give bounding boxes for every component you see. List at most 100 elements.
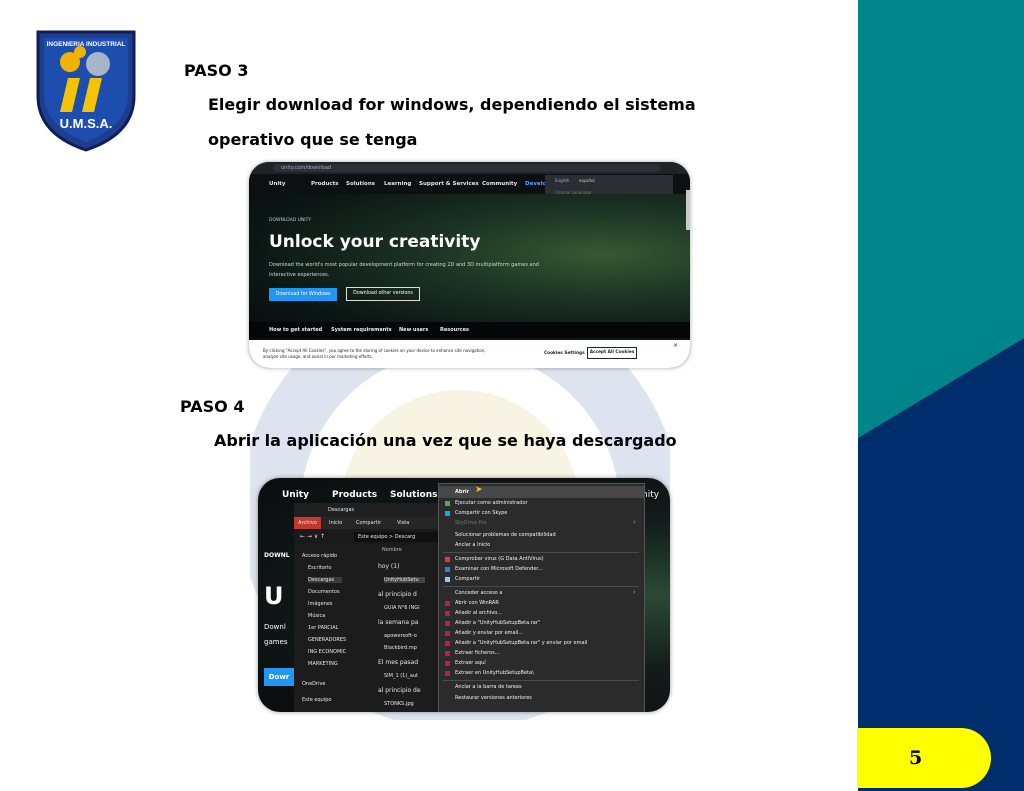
nav-item: Acceso rápido bbox=[302, 553, 338, 559]
menu-item: Compartir bbox=[455, 576, 481, 582]
menu-item: Abrir con WinRAR bbox=[455, 600, 499, 606]
step4-line1: Abrir la aplicación una vez que se haya … bbox=[214, 431, 677, 450]
menu-separator bbox=[443, 586, 639, 587]
file-group: al principio d bbox=[378, 591, 417, 598]
cursor-icon: ➤ bbox=[475, 485, 483, 495]
menu-item: Extraer en UnityHubSetupBeta\ bbox=[455, 670, 534, 676]
nav-products: Products bbox=[311, 181, 339, 187]
bg-fragment: DOWNL bbox=[264, 552, 290, 559]
menu-item: Añadir a "UnityHubSetupBeta.rar" y envia… bbox=[455, 640, 588, 646]
menu-item: Extraer aquí bbox=[455, 660, 486, 666]
menu-item: SkyDrive Pro bbox=[455, 520, 487, 526]
file-item: UnityHubSetu bbox=[384, 577, 425, 583]
menu-item: Conceder acceso a bbox=[455, 590, 503, 596]
file-group: hoy (1) bbox=[378, 563, 400, 570]
logo-bottom-text: U.M.S.A. bbox=[60, 116, 113, 131]
menu-item: Examinar con Microsoft Defender... bbox=[455, 566, 543, 572]
explorer-title: Descargas bbox=[328, 507, 355, 513]
address-bar: ← → ∨ ↑ Este equipo > Descarg bbox=[294, 530, 448, 544]
nav-item: Este equipo bbox=[302, 697, 332, 703]
ribbon-archivo: Archivo bbox=[294, 517, 321, 529]
menu-item-abrir: Abrir bbox=[455, 489, 470, 495]
unity-download-screenshot: unity.com/download Unity Products Soluti… bbox=[249, 162, 690, 368]
menu-item: Anclar a la barra de tareas bbox=[455, 684, 522, 690]
winrar-icon bbox=[445, 601, 450, 606]
browser-bar: unity.com/download bbox=[249, 162, 690, 174]
ribbon-inicio: Inicio bbox=[329, 520, 343, 526]
lang-espanol: español bbox=[579, 178, 595, 183]
logo-arc-text: INGENIERIA INDUSTRIAL bbox=[47, 41, 126, 48]
nav-item: Documentos bbox=[308, 589, 340, 595]
explorer-context-screenshot: Unity Products Solutions nity DOWNL U Do… bbox=[258, 478, 670, 712]
winrar-icon bbox=[445, 671, 450, 676]
cookie-accept: Accept All Cookies bbox=[587, 347, 637, 359]
nav-solutions: Solutions bbox=[390, 490, 438, 500]
bg-download-button: Dowr bbox=[264, 668, 294, 686]
cookie-banner: By clicking "Accept All Cookies", you ag… bbox=[249, 340, 690, 368]
menu-item: Añadir al archivo... bbox=[455, 610, 502, 616]
tab-get-started: How to get started bbox=[269, 327, 323, 333]
file-group: El mes pasad bbox=[378, 659, 419, 666]
file-item: STONKS.jpg bbox=[384, 701, 414, 707]
nav-item: OneDrive bbox=[302, 681, 326, 687]
cookie-text: By clicking "Accept All Cookies", you ag… bbox=[263, 348, 486, 359]
file-list: Nombre hoy (1) UnityHubSetu al principio… bbox=[376, 547, 444, 712]
nav-arrows-icon: ← → ∨ ↑ bbox=[300, 533, 326, 540]
file-explorer-window: Descargas Archivo Inicio Compartir Vista… bbox=[294, 503, 448, 712]
share-icon bbox=[445, 577, 450, 582]
menu-highlight bbox=[439, 486, 644, 498]
winrar-icon bbox=[445, 621, 450, 626]
page-number-badge: 5 bbox=[857, 728, 991, 788]
step3-title: PASO 3 bbox=[184, 61, 249, 80]
chevron-right-icon: › bbox=[633, 518, 636, 526]
explorer-titlebar: Descargas bbox=[294, 503, 444, 517]
winrar-icon bbox=[445, 631, 450, 636]
menu-item: Anclar a Inicio bbox=[455, 542, 491, 548]
url-box: unity.com/download bbox=[273, 164, 661, 172]
admin-icon bbox=[445, 501, 450, 506]
bg-fragment: U bbox=[264, 582, 284, 610]
nav-products: Products bbox=[332, 490, 378, 500]
bg-fragment: games bbox=[264, 638, 288, 646]
nav-item: 1er PARCIAL bbox=[308, 625, 339, 631]
address-path: Este equipo > Descarg bbox=[354, 532, 448, 542]
download-windows-button: Download for Windows bbox=[269, 288, 337, 301]
explorer-ribbon: Archivo Inicio Compartir Vista bbox=[294, 517, 444, 529]
scrollbar bbox=[686, 190, 690, 230]
nav-item: Música bbox=[308, 613, 326, 619]
menu-separator bbox=[443, 680, 639, 681]
tab-system-req: System requirements bbox=[331, 327, 392, 333]
skype-icon bbox=[445, 511, 450, 516]
hero-sub: DOWNLOAD UNITY bbox=[269, 218, 312, 223]
unity-logo-text: Unity bbox=[282, 490, 309, 500]
column-header: Nombre bbox=[382, 547, 402, 553]
menu-separator bbox=[443, 552, 639, 553]
gear-icon bbox=[86, 52, 110, 76]
bg-fragment: Downl bbox=[264, 623, 286, 631]
menu-item: Añadir a "UnityHubSetupBeta.rar" bbox=[455, 620, 541, 626]
context-menu: Abrir ➤ Ejecutar como administrador Comp… bbox=[438, 483, 645, 712]
decorative-band bbox=[858, 0, 1024, 791]
nav-item: Imágenes bbox=[308, 601, 333, 607]
file-item: SIM_1 (1)_aut bbox=[384, 673, 419, 679]
nav-item: GENERADORES bbox=[308, 637, 347, 643]
chevron-right-icon: › bbox=[633, 588, 636, 596]
page-number: 5 bbox=[909, 747, 923, 769]
menu-item: Restaurar versiones anteriores bbox=[455, 695, 532, 701]
nav-item: ING ECONOMIC bbox=[308, 649, 347, 655]
ribbon-compartir: Compartir bbox=[356, 520, 382, 526]
download-other-button: Download other versions bbox=[346, 287, 420, 301]
unity-tabs: How to get started System requirements N… bbox=[249, 322, 690, 338]
file-group: la semana pa bbox=[378, 619, 419, 626]
hero-headline: Unlock your creativity bbox=[269, 232, 481, 252]
winrar-icon bbox=[445, 661, 450, 666]
nav-item: Escritorio bbox=[308, 565, 332, 571]
menu-item: Compartir con Skype bbox=[455, 510, 508, 516]
unity-logo-text: Unity bbox=[269, 181, 286, 187]
nav-item: Descargas bbox=[308, 577, 343, 583]
file-item: Blackbird.mp bbox=[384, 645, 417, 651]
file-item: apowersoft-o bbox=[384, 633, 417, 639]
step3-line2: operativo que se tenga bbox=[208, 130, 418, 149]
menu-item: Extraer ficheros... bbox=[455, 650, 500, 656]
nav-learning: Learning bbox=[384, 181, 412, 187]
